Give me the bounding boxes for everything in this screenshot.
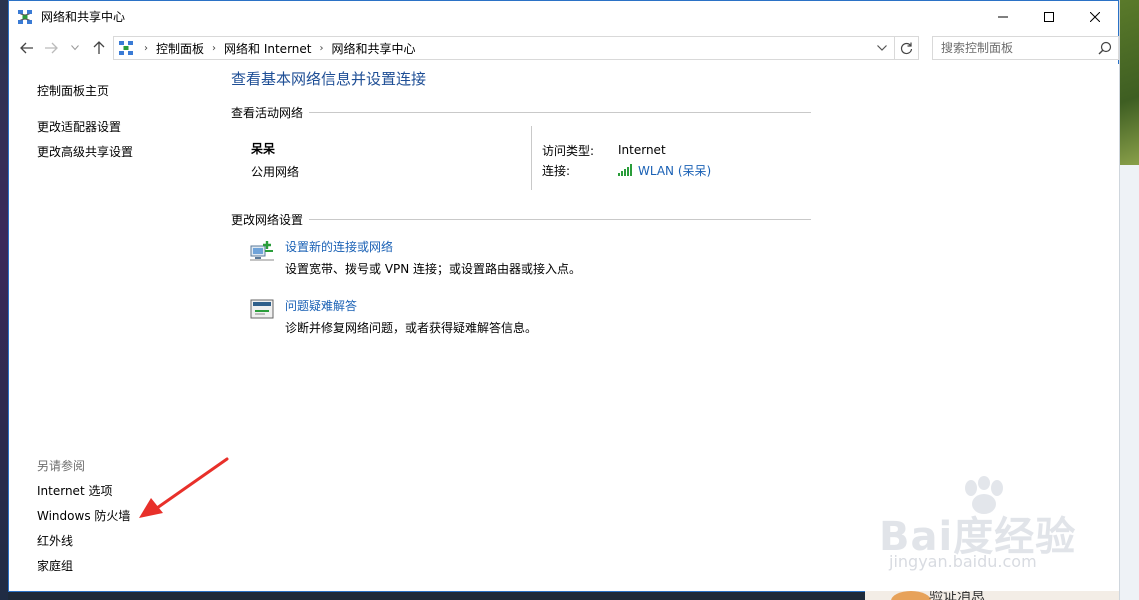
breadcrumb-network-internet[interactable]: 网络和 Internet xyxy=(224,40,311,57)
network-type: 公用网络 xyxy=(251,165,300,179)
notification-text: 验证消息 xyxy=(929,591,985,600)
breadcrumb-separator[interactable]: › xyxy=(144,43,148,54)
forward-button[interactable] xyxy=(39,36,63,60)
breadcrumb-separator[interactable]: › xyxy=(212,43,216,54)
vertical-divider xyxy=(531,126,532,190)
watermark-url: jingyan.baidu.com xyxy=(889,552,1037,571)
network-name: 呆呆 xyxy=(251,142,276,156)
notification-toast[interactable]: 验证消息 xyxy=(865,591,1119,600)
address-box[interactable]: › 控制面板 › 网络和 Internet › 网络和共享中心 xyxy=(113,36,919,60)
chevron-down-icon xyxy=(71,45,79,51)
content-scroll-area xyxy=(1104,64,1119,592)
baidu-watermark: Bai度经验 jingyan.baidu.com xyxy=(879,476,1119,576)
watermark-logo: Bai度经验 xyxy=(879,514,1077,560)
access-type-label: 访问类型: xyxy=(542,143,595,158)
search-box[interactable] xyxy=(932,36,1119,60)
window-title: 网络和共享中心 xyxy=(41,10,126,24)
connection-value[interactable]: WLAN (呆呆) xyxy=(618,162,711,179)
breadcrumb-network-center[interactable]: 网络和共享中心 xyxy=(331,40,415,57)
change-settings-label: 更改网络设置 xyxy=(231,213,304,227)
section-divider xyxy=(309,112,811,113)
internet-options-link[interactable]: Internet 选项 xyxy=(37,482,112,499)
change-adapter-settings-link[interactable]: 更改适配器设置 xyxy=(37,118,121,135)
back-button[interactable] xyxy=(15,36,39,60)
wifi-signal-icon xyxy=(618,164,632,176)
setup-new-connection-desc: 设置宽带、拨号或 VPN 连接；或设置路由器或接入点。 xyxy=(285,262,582,276)
network-center-icon xyxy=(18,9,32,24)
baidu-paw-icon xyxy=(965,476,1003,514)
back-arrow-icon xyxy=(20,42,33,54)
search-input[interactable] xyxy=(933,41,1091,55)
notification-icon xyxy=(891,591,931,600)
close-button[interactable] xyxy=(1072,1,1118,32)
breadcrumb-control-panel[interactable]: 控制面板 xyxy=(156,40,204,57)
windows-firewall-link[interactable]: Windows 防火墙 xyxy=(37,507,130,524)
setup-new-connection-link[interactable]: 设置新的连接或网络 xyxy=(285,238,393,255)
address-bar: › 控制面板 › 网络和 Internet › 网络和共享中心 xyxy=(9,32,1119,64)
title-bar: 网络和共享中心 xyxy=(9,1,1118,32)
see-also-heading: 另请参阅 xyxy=(37,459,86,473)
active-networks-label: 查看活动网络 xyxy=(231,106,304,120)
refresh-icon xyxy=(900,42,913,54)
desktop-wallpaper xyxy=(1120,0,1139,165)
change-advanced-sharing-link[interactable]: 更改高级共享设置 xyxy=(37,143,133,160)
breadcrumb-separator[interactable]: › xyxy=(319,43,323,54)
wlan-connection-link[interactable]: WLAN (呆呆) xyxy=(638,162,711,179)
address-dropdown-button[interactable] xyxy=(874,40,890,56)
homegroup-link[interactable]: 家庭组 xyxy=(37,557,73,574)
network-identity: 呆呆 公用网络 xyxy=(251,140,299,180)
new-connection-icon xyxy=(250,241,274,261)
section-divider xyxy=(309,219,811,220)
connection-row: 连接: WLAN (呆呆) xyxy=(542,160,711,180)
troubleshoot-link[interactable]: 问题疑难解答 xyxy=(285,297,357,314)
control-panel-home-link[interactable]: 控制面板主页 xyxy=(37,82,109,99)
search-icon[interactable] xyxy=(1098,41,1112,55)
desktop-right-edge xyxy=(1119,0,1139,600)
minimize-button[interactable] xyxy=(980,1,1026,32)
page-title: 查看基本网络信息并设置连接 xyxy=(231,70,427,88)
desktop-left-edge xyxy=(0,0,8,600)
forward-arrow-icon xyxy=(45,42,58,54)
infrared-link[interactable]: 红外线 xyxy=(37,532,73,549)
network-sharing-window: 网络和共享中心 › 控制面板 › 网络和 Internet › 网络和共享中心 … xyxy=(8,0,1119,592)
troubleshoot-desc: 诊断并修复网络问题，或者获得疑难解答信息。 xyxy=(285,321,538,335)
access-type-row: 访问类型: Internet xyxy=(542,140,711,160)
left-nav-pane: 控制面板主页 更改适配器设置 更改高级共享设置 另请参阅 Internet 选项… xyxy=(37,64,227,592)
up-button[interactable] xyxy=(87,36,111,60)
connection-label: 连接: xyxy=(542,163,571,178)
active-networks-header: 查看活动网络 xyxy=(231,104,811,121)
change-settings-header: 更改网络设置 xyxy=(231,211,811,228)
chevron-down-icon xyxy=(877,45,887,51)
control-panel-icon xyxy=(119,41,133,55)
recent-locations-button[interactable] xyxy=(63,36,87,60)
maximize-icon xyxy=(1044,11,1054,22)
minimize-icon xyxy=(998,16,1008,17)
maximize-button[interactable] xyxy=(1026,1,1072,32)
access-type-value: Internet xyxy=(618,143,666,157)
window-controls xyxy=(980,1,1118,32)
refresh-button[interactable] xyxy=(894,37,918,59)
network-properties: 访问类型: Internet 连接: WLAN (呆呆) xyxy=(542,140,711,180)
troubleshoot-icon xyxy=(250,299,274,319)
up-arrow-icon xyxy=(93,41,105,54)
close-icon xyxy=(1090,11,1100,22)
